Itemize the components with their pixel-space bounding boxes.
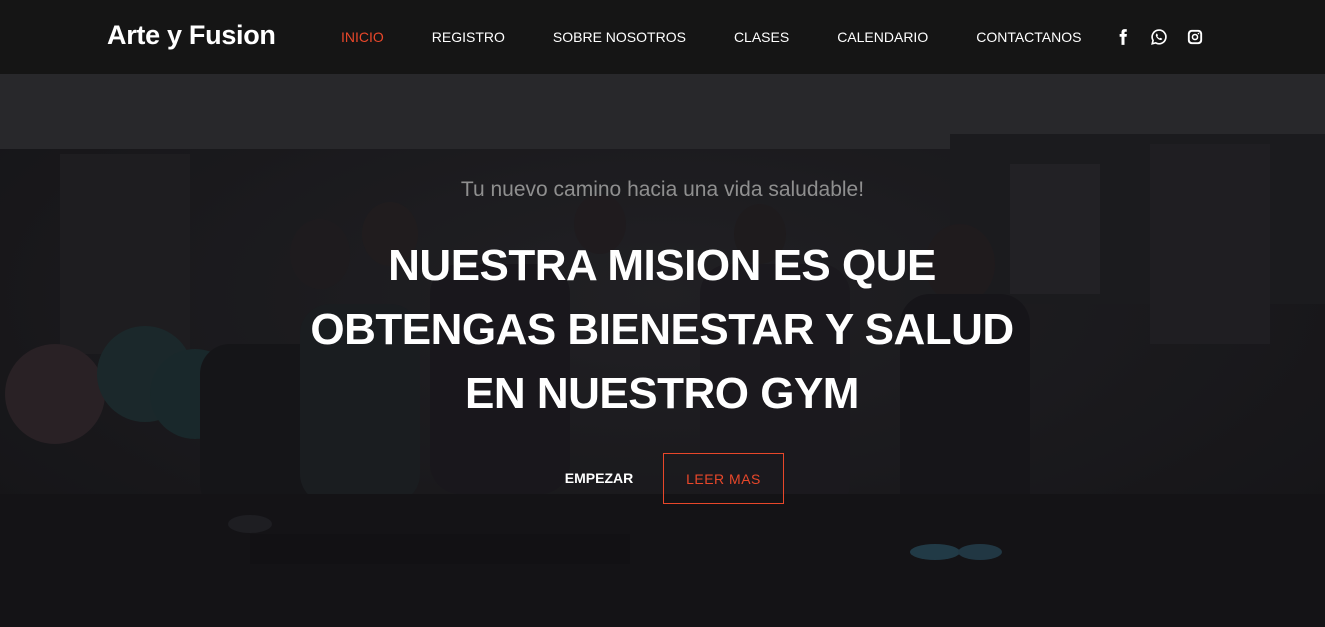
navbar: Arte y Fusion INICIO REGISTRO SOBRE NOSO… [0,0,1325,74]
leer-mas-button[interactable]: LEER MAS [663,453,784,504]
nav-item-registro[interactable]: REGISTRO [432,29,505,45]
main-nav: INICIO REGISTRO SOBRE NOSOTROS CLASES CA… [341,0,1129,74]
headline-line-1: NUESTRA MISION ES QUE [388,241,936,290]
hero-tagline: Tu nuevo camino hacia una vida saludable… [460,178,865,201]
nav-item-contactanos[interactable]: CONTACTANOS [976,29,1081,45]
headline-line-2: OBTENGAS BIENESTAR Y SALUD [310,305,1014,354]
instagram-icon[interactable] [1186,28,1204,46]
headline-line-3: EN NUESTRO GYM [465,369,859,418]
nav-item-sobre-nosotros[interactable]: SOBRE NOSOTROS [553,29,686,45]
hero-content: Tu nuevo camino hacia una vida saludable… [0,74,1325,627]
nav-item-clases[interactable]: CLASES [734,29,789,45]
whatsapp-icon[interactable] [1150,28,1168,46]
social-links [1114,28,1222,46]
nav-item-calendario[interactable]: CALENDARIO [837,29,928,45]
brand-logo[interactable]: Arte y Fusion [107,20,276,51]
empezar-button[interactable]: EMPEZAR [548,453,650,503]
nav-item-inicio[interactable]: INICIO [341,29,384,45]
hero-headline: NUESTRA MISION ES QUE OBTENGAS BIENESTAR… [262,234,1062,426]
facebook-icon[interactable] [1114,28,1132,46]
hero-section: Tu nuevo camino hacia una vida saludable… [0,74,1325,627]
